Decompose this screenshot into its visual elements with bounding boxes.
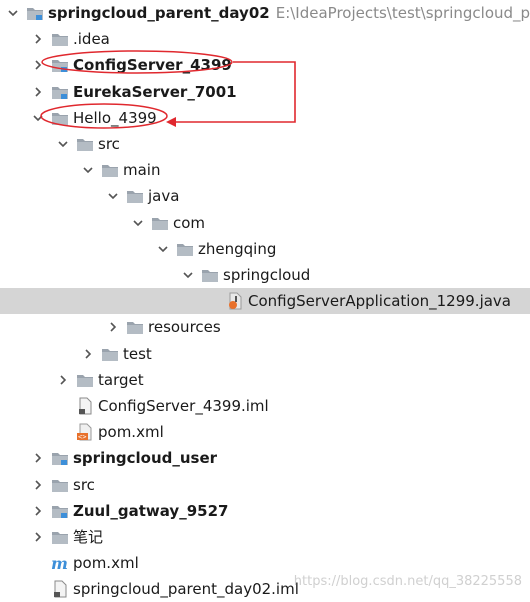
module-folder-icon <box>51 449 69 467</box>
tree-row[interactable]: .idea <box>0 26 530 52</box>
maven-file-icon: m <box>51 554 69 572</box>
iml-file-icon <box>51 580 69 598</box>
tree-item-label: springcloud_parent_day02.iml <box>73 580 299 599</box>
tree-row[interactable]: ConfigServerApplication_1299.java <box>0 288 530 315</box>
tree-item-label: Zuul_gatway_9527 <box>73 501 229 520</box>
tree-item-label: target <box>98 370 144 389</box>
watermark: https://blog.csdn.net/qq_38225558 <box>293 574 522 589</box>
tree-row[interactable]: src <box>0 472 530 498</box>
tree-item-label: springcloud_parent_day02 E:\IdeaProjects\… <box>48 4 530 22</box>
module-folder-icon <box>51 56 69 74</box>
tree-item-label: 笔记 <box>73 528 104 546</box>
chevron-down-icon[interactable] <box>156 242 170 256</box>
project-tree: springcloud_parent_day02 E:\IdeaProjects\… <box>0 0 530 599</box>
folder-icon <box>51 30 69 48</box>
chevron-right-icon[interactable] <box>106 320 120 334</box>
tree-item-label: zhengqing <box>198 239 277 258</box>
xml-file-icon: <> <box>76 423 94 441</box>
chevron-right-icon[interactable] <box>56 373 70 387</box>
folder-icon <box>126 187 144 205</box>
svg-text:m: m <box>51 554 68 572</box>
tree-item-label: pom.xml <box>98 423 164 442</box>
chevron-down-icon[interactable] <box>81 163 95 177</box>
tree-row[interactable]: Hello_4399 <box>0 105 530 131</box>
tree-item-label: .idea <box>73 30 110 49</box>
folder-icon <box>101 161 119 179</box>
tree-row[interactable]: test <box>0 341 530 367</box>
chevron-down-icon[interactable] <box>181 268 195 282</box>
chevron-right-icon[interactable] <box>31 32 45 46</box>
folder-icon <box>51 476 69 494</box>
folder-icon <box>126 318 144 336</box>
tree-item-label: springcloud_user <box>73 449 218 468</box>
module-folder-icon <box>26 4 44 22</box>
chevron-right-icon[interactable] <box>81 347 95 361</box>
tree-row[interactable]: springcloud_user <box>0 445 530 471</box>
tree-row[interactable]: zhengqing <box>0 236 530 262</box>
java-file-icon <box>226 292 244 310</box>
chevron-down-icon[interactable] <box>131 216 145 230</box>
chevron-down-icon[interactable] <box>6 6 20 20</box>
chevron-right-icon[interactable] <box>31 451 45 465</box>
project-path: E:\IdeaProjects\test\springcloud_pare <box>275 4 530 22</box>
module-folder-icon <box>51 502 69 520</box>
tree-row[interactable]: target <box>0 367 530 393</box>
svg-text:<>: <> <box>78 433 86 441</box>
tree-row[interactable]: m pom.xml <box>0 550 530 576</box>
chevron-down-icon[interactable] <box>56 137 70 151</box>
chevron-right-icon[interactable] <box>31 530 45 544</box>
tree-item-label: main <box>123 161 161 180</box>
folder-icon <box>201 266 219 284</box>
folder-icon <box>76 135 94 153</box>
tree-item-label: springcloud <box>223 266 311 284</box>
chevron-right-icon[interactable] <box>31 85 45 99</box>
tree-item-label: com <box>173 213 206 232</box>
tree-item-label: EurekaServer_7001 <box>73 82 237 101</box>
chevron-right-icon[interactable] <box>31 504 45 518</box>
tree-item-label: ConfigServer_4399.iml <box>98 397 269 415</box>
tree-item-label: java <box>148 187 180 206</box>
tree-row[interactable]: EurekaServer_7001 <box>0 79 530 105</box>
folder-icon <box>51 109 69 127</box>
folder-icon <box>76 371 94 389</box>
tree-row[interactable]: resources <box>0 314 530 340</box>
folder-icon <box>151 214 169 232</box>
tree-item-label: resources <box>148 318 221 337</box>
chevron-right-icon[interactable] <box>31 58 45 72</box>
tree-row[interactable]: <> pom.xml <box>0 419 530 445</box>
folder-icon <box>176 240 194 258</box>
tree-item-label: Hello_4399 <box>73 108 157 127</box>
tree-item-label: src <box>73 475 95 494</box>
tree-item-label: pom.xml <box>73 554 139 573</box>
tree-row[interactable]: springcloud <box>0 262 530 288</box>
tree-row[interactable]: springcloud_parent_day02 E:\IdeaProjects\… <box>0 0 530 26</box>
iml-file-icon <box>76 397 94 415</box>
tree-item-label: ConfigServerApplication_1299.java <box>248 292 511 311</box>
chevron-right-icon[interactable] <box>31 478 45 492</box>
tree-row[interactable]: com <box>0 210 530 236</box>
tree-item-label: ConfigServer_4399 <box>73 56 232 75</box>
tree-row[interactable]: main <box>0 157 530 183</box>
tree-row[interactable]: ConfigServer_4399 <box>0 52 530 78</box>
tree-row[interactable]: java <box>0 183 530 209</box>
tree-item-label: src <box>98 135 120 153</box>
chevron-down-icon[interactable] <box>31 111 45 125</box>
chevron-down-icon[interactable] <box>106 189 120 203</box>
module-folder-icon <box>51 83 69 101</box>
tree-row[interactable]: src <box>0 131 530 157</box>
tree-item-label: test <box>123 344 152 363</box>
folder-icon <box>101 345 119 363</box>
tree-row[interactable]: 笔记 <box>0 524 530 550</box>
folder-icon <box>51 528 69 546</box>
tree-row[interactable]: ConfigServer_4399.iml <box>0 393 530 419</box>
tree-row[interactable]: Zuul_gatway_9527 <box>0 498 530 524</box>
